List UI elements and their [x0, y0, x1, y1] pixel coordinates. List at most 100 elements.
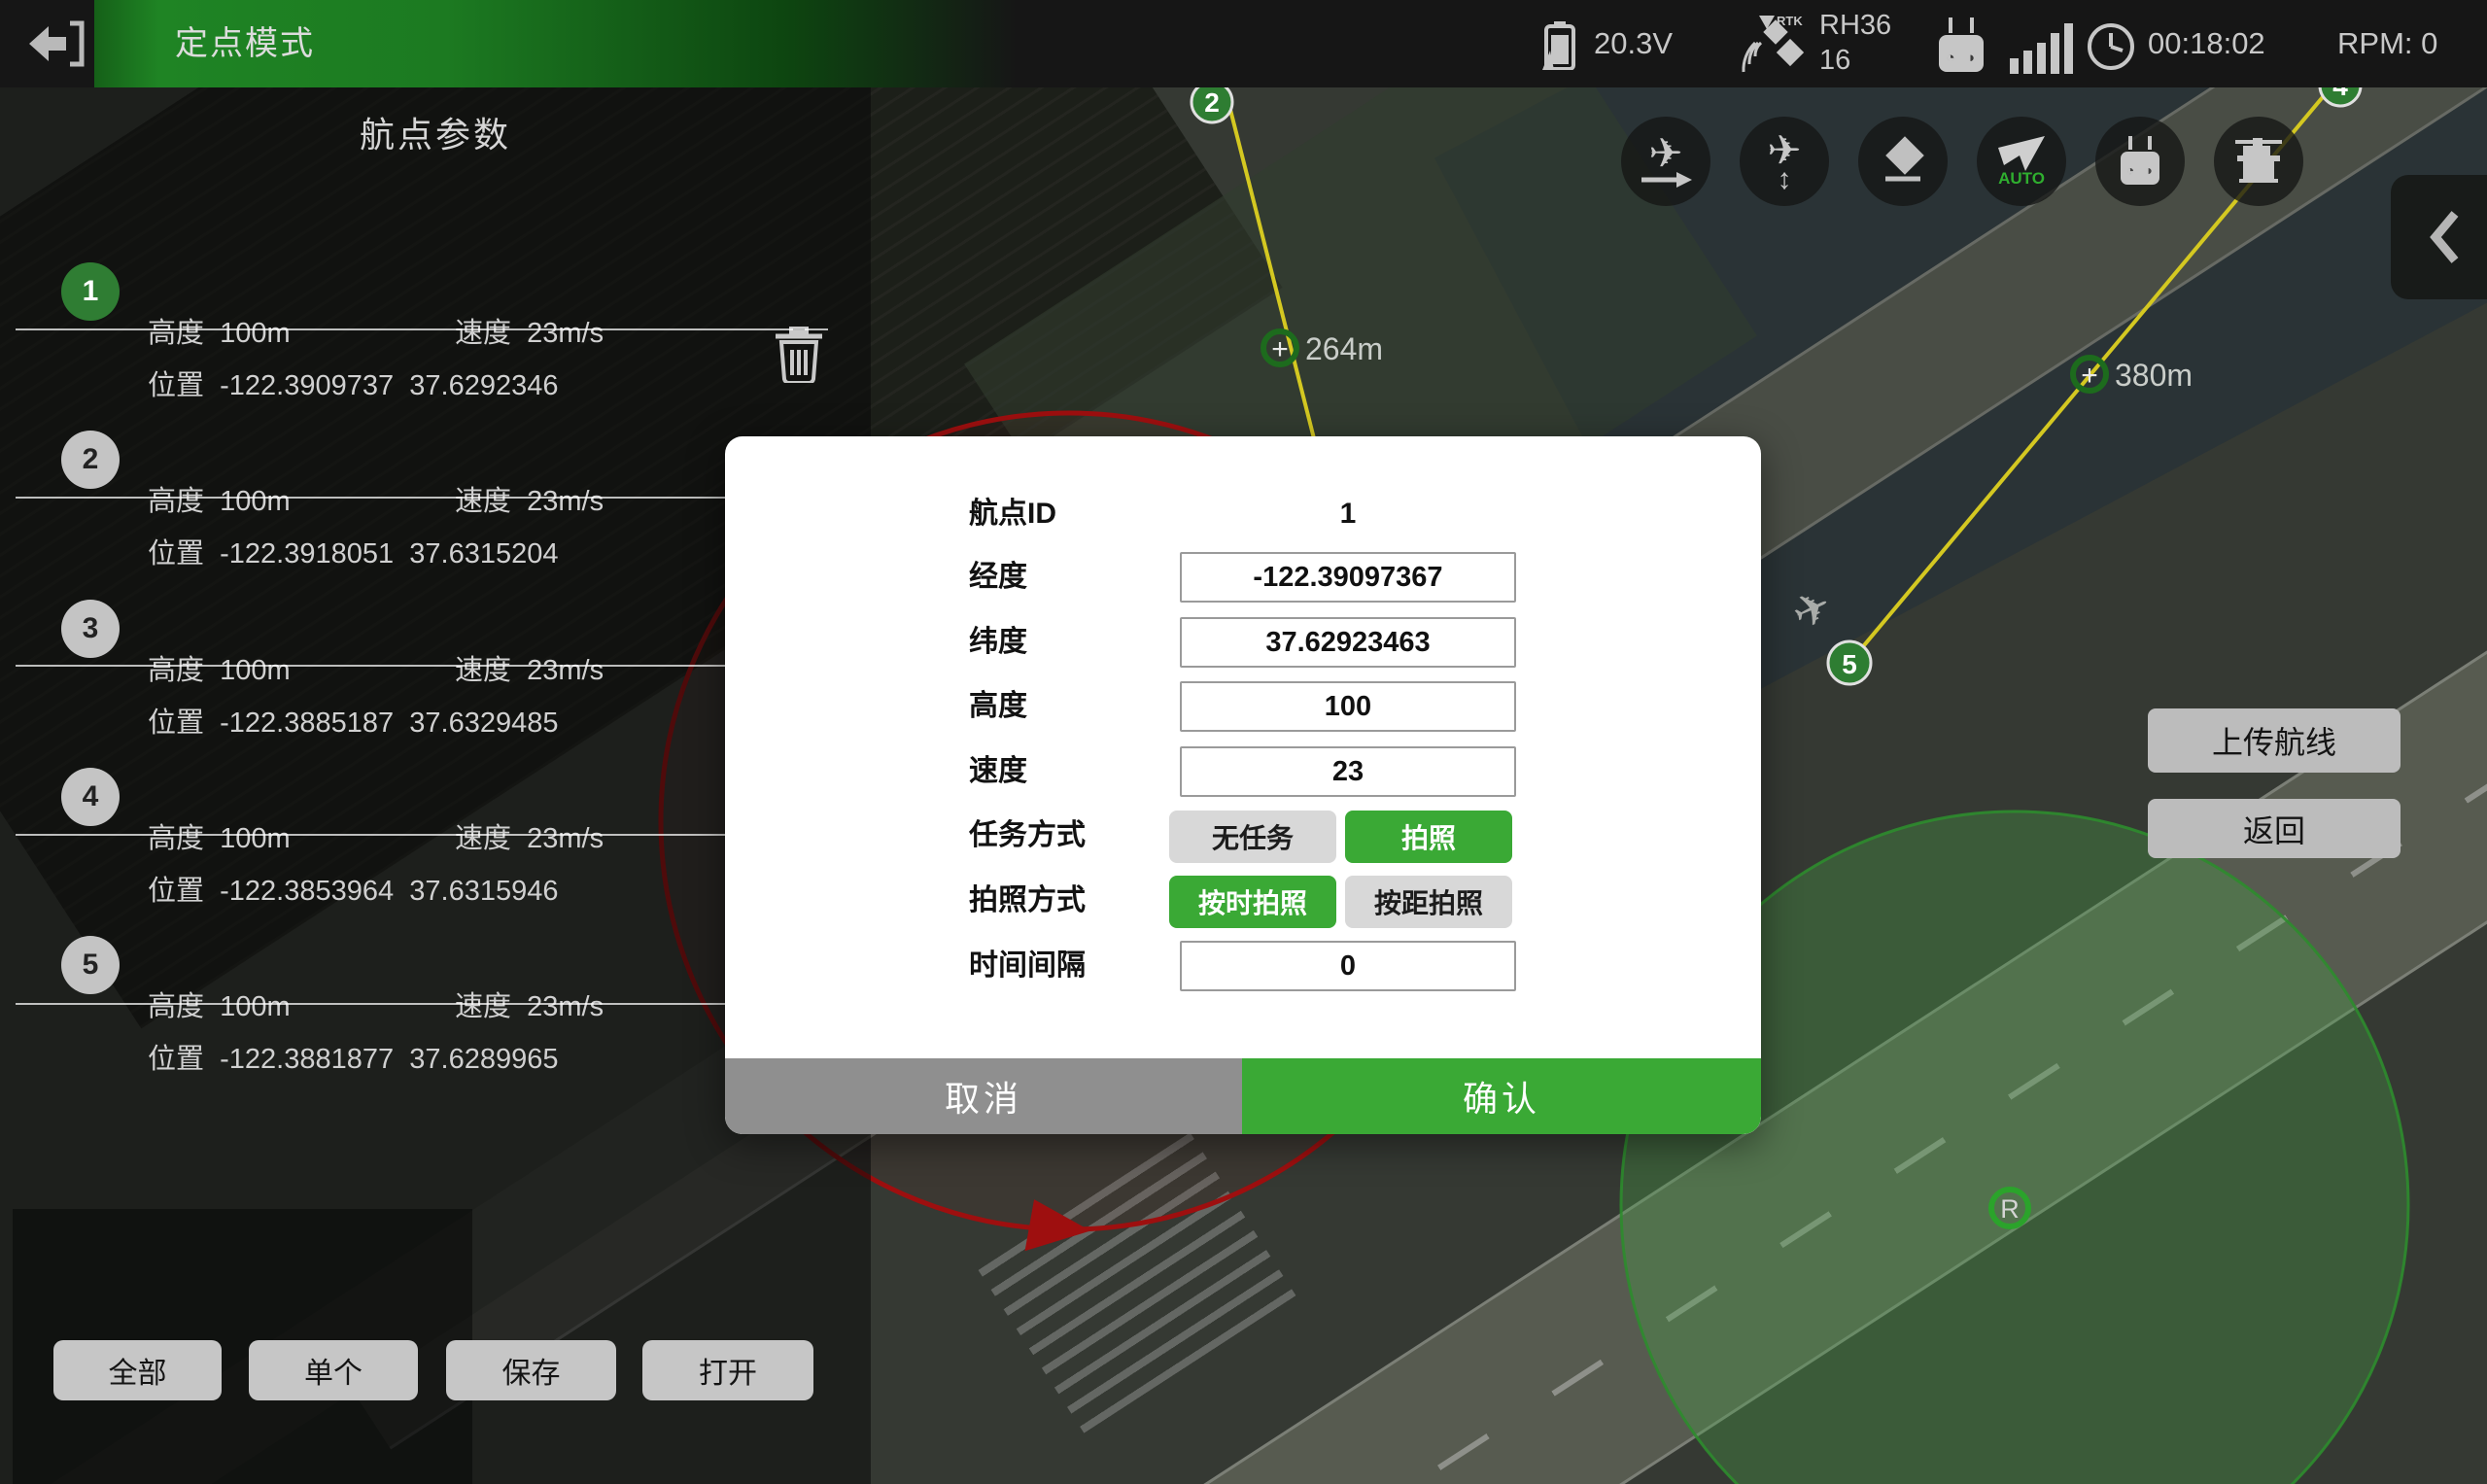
- list-divider: [16, 328, 828, 330]
- altitude-adjust-button[interactable]: ✈ ↕: [1740, 117, 1829, 206]
- goto-waypoint-button[interactable]: ✈: [1621, 117, 1710, 206]
- rtk-status: RH36 16: [1819, 8, 1891, 78]
- waypoint-number-badge: 5: [61, 936, 120, 994]
- lng-value: -122.3881877: [220, 1044, 394, 1075]
- latitude-label: 纬度: [969, 617, 1027, 668]
- svg-text:◔: ◔: [1946, 50, 1954, 66]
- clock-icon: [2086, 21, 2136, 72]
- speed-label: 速度: [455, 655, 511, 686]
- auto-mission-button[interactable]: AUTO: [1977, 117, 2066, 206]
- longitude-field[interactable]: [1180, 552, 1516, 603]
- speed-value: 23m/s: [527, 655, 604, 686]
- svg-text:R: R: [2000, 1194, 2020, 1224]
- alt-value: 100m: [220, 655, 291, 686]
- alt-label: 高度: [148, 991, 204, 1022]
- side-panel-toggle[interactable]: [2391, 175, 2487, 299]
- alt-value: 100m: [220, 486, 291, 517]
- speed-value: 23m/s: [527, 486, 604, 517]
- ring-plus: +: [1271, 333, 1289, 365]
- alt-label: 高度: [148, 655, 204, 686]
- single-button[interactable]: 单个: [249, 1340, 418, 1400]
- auto-label: AUTO: [1998, 171, 2045, 187]
- speed-field[interactable]: [1180, 746, 1516, 797]
- ring-plus: +: [2081, 360, 2098, 392]
- waypoint-id-label: 航点ID: [969, 489, 1056, 539]
- controller-icon: ◔ ◗: [1929, 16, 1993, 74]
- all-button[interactable]: 全部: [53, 1340, 222, 1400]
- speed-label: 速度: [455, 318, 511, 349]
- alt-label: 高度: [148, 318, 204, 349]
- winch-device-button[interactable]: [2214, 117, 2303, 206]
- return-button[interactable]: 返回: [2148, 799, 2401, 858]
- task-mode-label: 任务方式: [969, 811, 1086, 861]
- remote-controller-button[interactable]: ◔ ◗: [2095, 117, 2185, 206]
- waypoint-edit-dialog: 航点ID 1 经度 纬度 高度 速度 任务方式 无任务 拍照 拍照方式 按时拍照…: [725, 436, 1761, 1134]
- map-waypoint-5[interactable]: 5: [1828, 641, 1871, 684]
- list-divider: [16, 665, 828, 667]
- app-window: ✈ + 264m + 380m 2 4 5: [0, 0, 2487, 1484]
- waypoint-number-badge: 1: [61, 262, 120, 321]
- photo-timed-toggle[interactable]: 按时拍照: [1169, 876, 1336, 928]
- rtk-line2: 16: [1819, 43, 1891, 78]
- alt-value: 100m: [220, 823, 291, 854]
- waypoint-number-badge: 2: [61, 431, 120, 489]
- plane-goto-icon: ✈: [1648, 135, 1682, 172]
- arrow-right-icon: [1640, 172, 1692, 188]
- svg-text:◔: ◔: [2126, 162, 2134, 178]
- lat-value: 37.6289965: [409, 1044, 558, 1075]
- confirm-button[interactable]: 确认: [1242, 1058, 1761, 1134]
- altitude-field[interactable]: [1180, 681, 1516, 732]
- rtk-line1: RH36: [1819, 8, 1891, 43]
- task-photo-toggle[interactable]: 拍照: [1345, 811, 1512, 863]
- segment-distance-label: 380m: [2115, 358, 2193, 393]
- alt-label: 高度: [148, 486, 204, 517]
- remote-controller-icon: ◔ ◗: [2113, 134, 2167, 189]
- svg-text:◗: ◗: [1967, 50, 1976, 66]
- speed-value: 23m/s: [527, 991, 604, 1022]
- auto-arrow-icon: [1996, 136, 2047, 171]
- waypoint-panel-title: 航点参数: [0, 107, 871, 157]
- alt-value: 100m: [220, 318, 291, 349]
- photo-distance-toggle[interactable]: 按距拍照: [1345, 876, 1512, 928]
- task-none-toggle[interactable]: 无任务: [1169, 811, 1336, 863]
- svg-text:5: 5: [1842, 649, 1857, 679]
- list-divider: [16, 1003, 828, 1005]
- interval-field[interactable]: [1180, 941, 1516, 991]
- list-divider: [16, 834, 828, 836]
- up-down-arrow-icon: ↕: [1778, 169, 1792, 190]
- back-icon[interactable]: [29, 19, 86, 68]
- waypoint-number-badge: 4: [61, 768, 120, 826]
- status-bar: 定点模式 20.3V RTK RH36 16 ◔ ◗: [0, 0, 2487, 87]
- interval-label: 时间间隔: [969, 941, 1086, 991]
- photo-mode-label: 拍照方式: [969, 876, 1086, 926]
- speed-label: 速度: [455, 823, 511, 854]
- alt-label: 高度: [148, 823, 204, 854]
- cancel-button[interactable]: 取消: [725, 1058, 1242, 1134]
- rtk-badge-text: RTK: [1777, 14, 1803, 28]
- latitude-field[interactable]: [1180, 617, 1516, 668]
- save-button[interactable]: 保存: [446, 1340, 616, 1400]
- waypoint-list-item[interactable]: 1 高度 100m 速度 23m/s 位置 -122.3909737 37.62…: [0, 204, 871, 360]
- eraser-icon: [1876, 134, 1930, 189]
- altitude-label: 高度: [969, 681, 1027, 732]
- speed-value: 23m/s: [527, 823, 604, 854]
- open-button[interactable]: 打开: [642, 1340, 813, 1400]
- mode-title: 定点模式: [175, 0, 315, 87]
- erase-route-button[interactable]: [1858, 117, 1948, 206]
- speed-label: 速度: [455, 486, 511, 517]
- battery-icon: [1540, 21, 1579, 70]
- speed-label: 速度: [455, 991, 511, 1022]
- waypoint-id-value: 1: [1180, 489, 1516, 539]
- map-waypoint-2[interactable]: 2: [1192, 82, 1232, 122]
- winch-icon: [2229, 134, 2288, 189]
- longitude-label: 经度: [969, 552, 1027, 603]
- svg-text:◗: ◗: [2146, 162, 2154, 178]
- chevron-left-icon: [2428, 210, 2461, 264]
- svg-text:2: 2: [1204, 87, 1220, 118]
- waypoint-number-badge: 3: [61, 600, 120, 658]
- upload-route-button[interactable]: 上传航线: [2148, 708, 2401, 773]
- list-divider: [16, 497, 828, 499]
- rpm-readout: RPM: 0: [2337, 0, 2437, 87]
- battery-voltage: 20.3V: [1594, 0, 1673, 87]
- speed-label: 速度: [969, 746, 1027, 797]
